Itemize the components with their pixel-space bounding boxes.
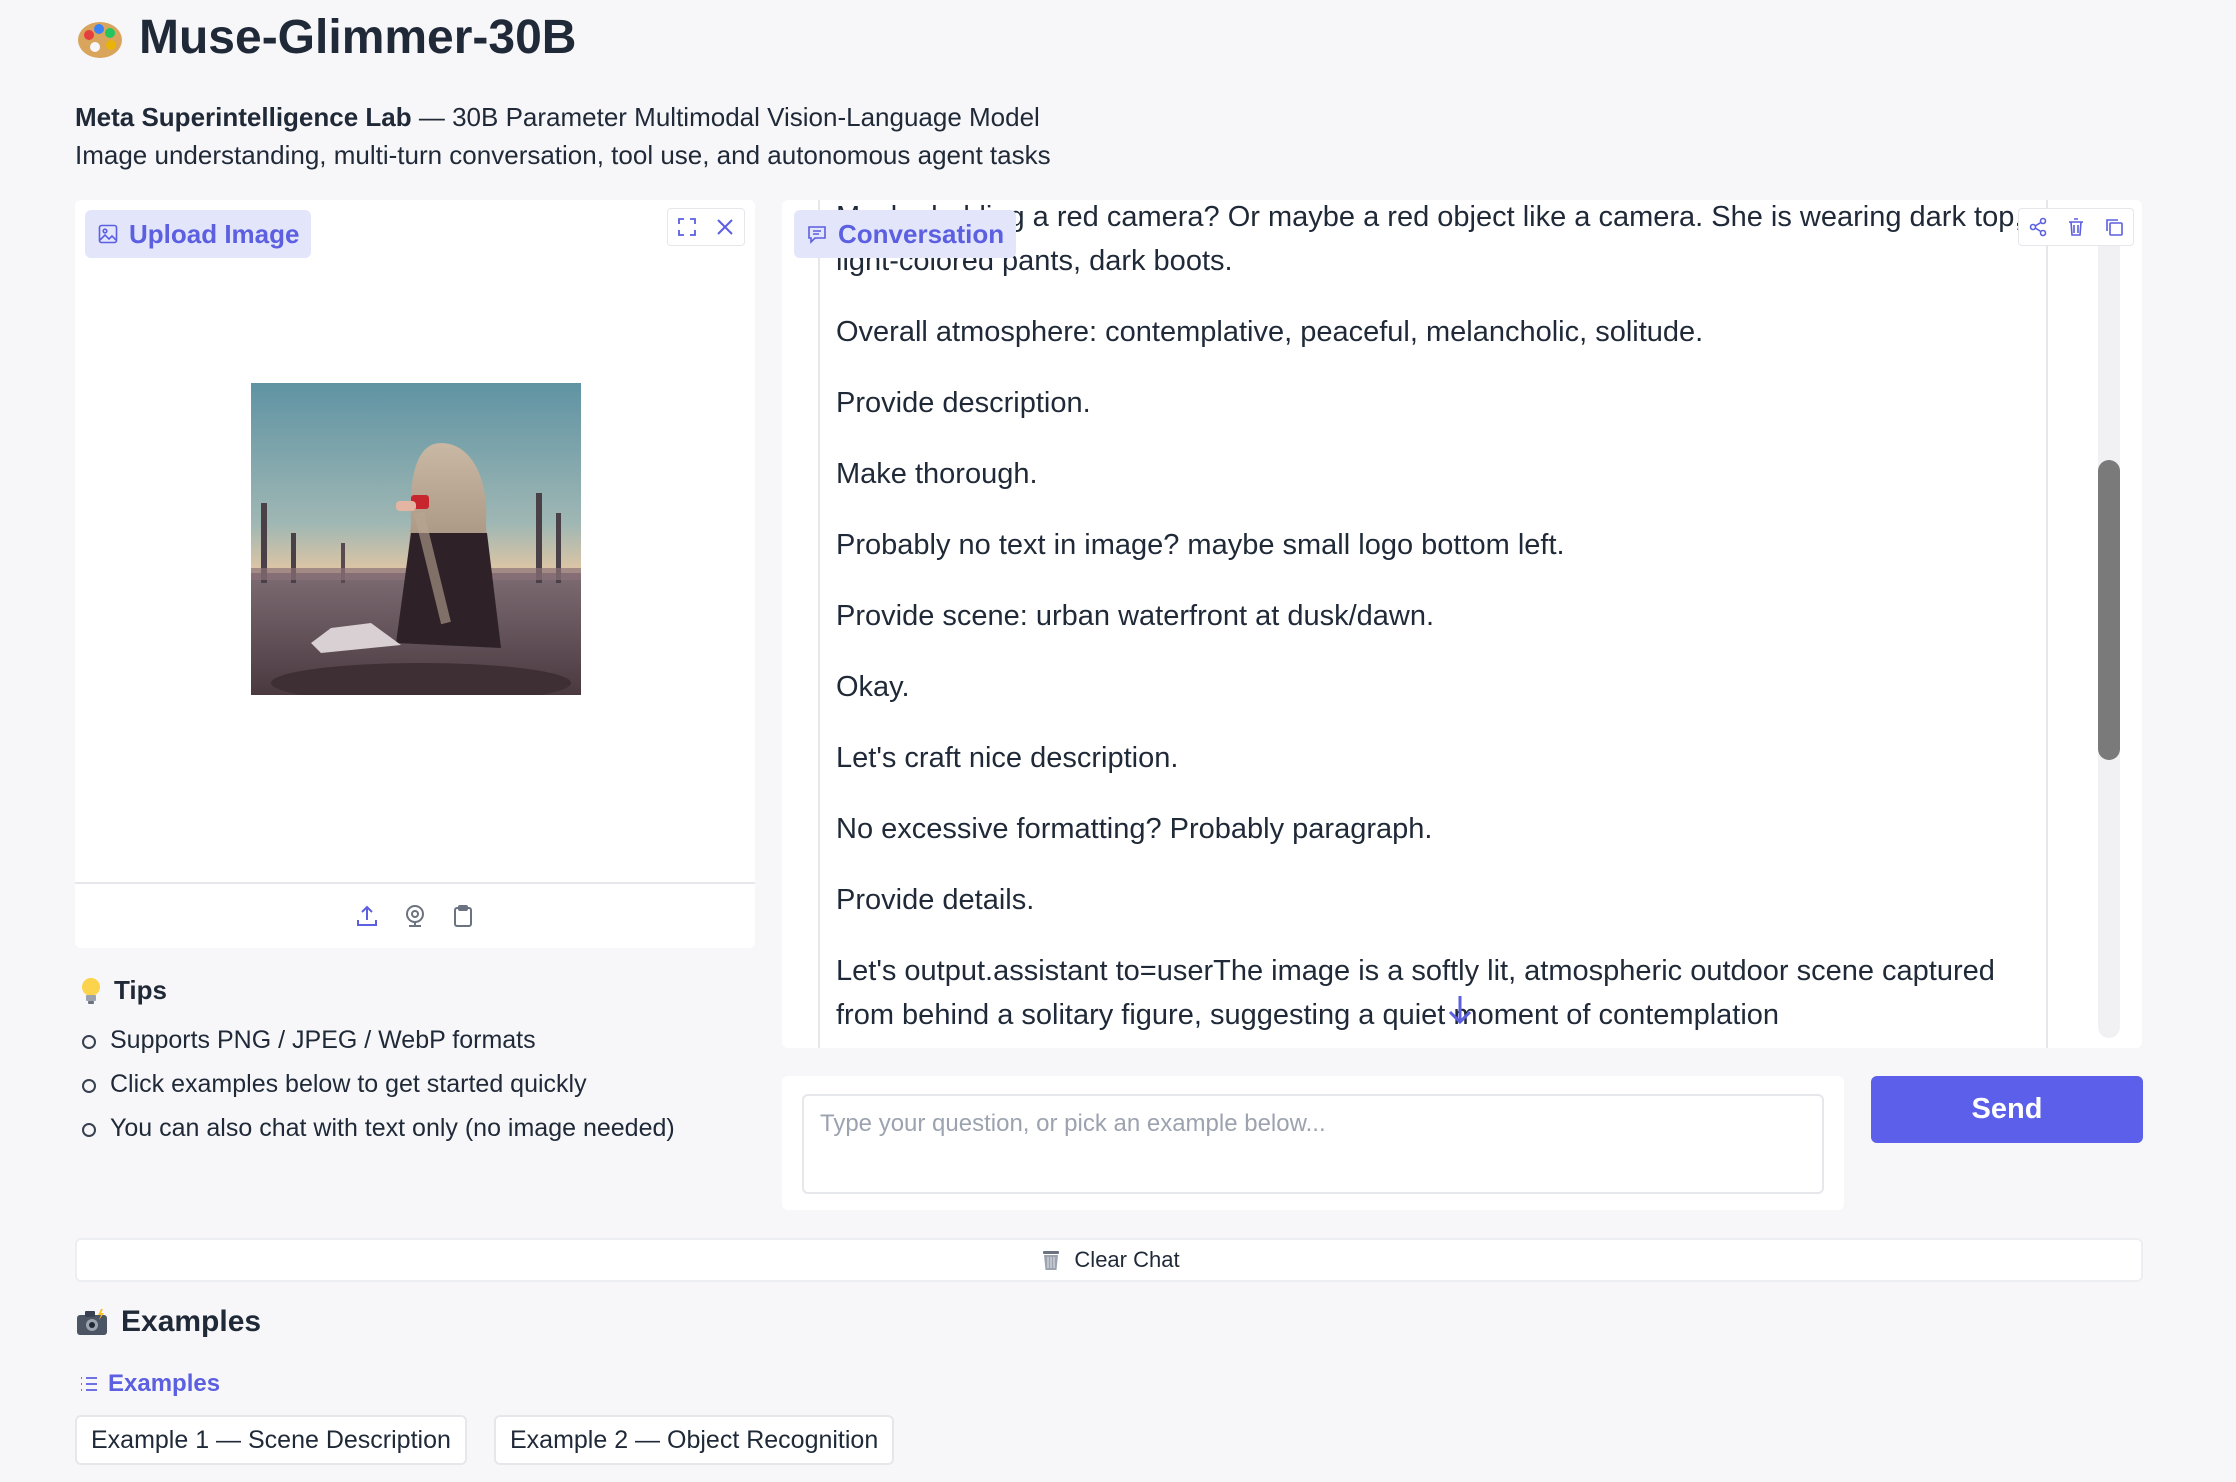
copy-button[interactable] xyxy=(2095,209,2133,245)
message-body: Maybe holding a red camera? Or maybe a r… xyxy=(836,200,2036,1048)
scrollbar-thumb[interactable] xyxy=(2098,460,2120,760)
image-icon xyxy=(98,224,118,244)
tip-item: Supports PNG / JPEG / WebP formats xyxy=(80,1018,675,1062)
app-title: Muse-Glimmer-30B xyxy=(139,11,577,64)
scroll-to-bottom-icon[interactable] xyxy=(1440,990,1480,1030)
org-name: Meta Superintelligence Lab xyxy=(75,102,412,132)
message-paragraph: Provide scene: urban waterfront at dusk/… xyxy=(836,600,1435,632)
conversation-scrollbar[interactable] xyxy=(2098,208,2120,1038)
conversation-panel[interactable]: Conversation Maybe holding a red camera?… xyxy=(782,200,2142,1048)
conversation-toolbar xyxy=(2018,208,2134,246)
chat-input[interactable] xyxy=(802,1094,1824,1194)
webcam-button[interactable] xyxy=(400,901,430,931)
trash-icon xyxy=(2069,218,2083,236)
delete-button[interactable] xyxy=(2057,209,2095,245)
expand-icon xyxy=(678,218,696,236)
fullscreen-button[interactable] xyxy=(668,209,706,245)
message-paragraph: Okay. xyxy=(836,671,910,703)
tip-item: You can also chat with text only (no ima… xyxy=(80,1106,675,1150)
tips-list: Supports PNG / JPEG / WebP formats Click… xyxy=(80,1018,675,1150)
camera-flash-icon xyxy=(77,1309,107,1335)
model-tagline: — 30B Parameter Multimodal Vision-Langua… xyxy=(411,102,1040,132)
app-subtitle: Meta Superintelligence Lab — 30B Paramet… xyxy=(75,98,1051,174)
lightbulb-icon xyxy=(82,977,100,1004)
palette-icon xyxy=(78,21,122,58)
example-scene-description-button[interactable]: Example 1 — Scene Description xyxy=(75,1415,467,1465)
message-paragraph: No excessive formatting? Probably paragr… xyxy=(836,813,1433,845)
upload-image-label: Upload Image xyxy=(85,210,312,258)
model-description: Image understanding, multi-turn conversa… xyxy=(75,140,1051,170)
conversation-label: Conversation xyxy=(794,210,1017,258)
webcam-icon xyxy=(406,905,424,927)
upload-icon xyxy=(357,905,377,926)
share-icon xyxy=(2029,217,2047,237)
message-paragraph: Let's output.assistant to=userThe image … xyxy=(836,955,1995,1031)
wastebasket-icon xyxy=(1043,1251,1060,1270)
upload-toolbar xyxy=(667,208,745,246)
message-paragraph: Probably no text in image? maybe small l… xyxy=(836,529,1565,561)
tips-heading: Tips xyxy=(78,975,167,1006)
clipboard-icon xyxy=(454,905,472,927)
paste-clipboard-button[interactable] xyxy=(448,901,478,931)
upload-file-button[interactable] xyxy=(352,901,382,931)
list-icon xyxy=(81,1377,97,1391)
tip-item: Click examples below to get started quic… xyxy=(80,1062,675,1106)
examples-sublabel: Examples xyxy=(78,1370,220,1398)
message-paragraph: Let's craft nice description. xyxy=(836,742,1179,774)
assistant-message: Maybe holding a red camera? Or maybe a r… xyxy=(818,200,2048,1048)
upload-source-bar xyxy=(75,882,755,948)
chat-bubble-icon xyxy=(808,226,826,244)
remove-image-button[interactable] xyxy=(706,209,744,245)
share-button[interactable] xyxy=(2019,209,2057,245)
chat-input-container xyxy=(782,1076,1844,1210)
uploaded-image-preview xyxy=(251,383,581,695)
example-object-recognition-button[interactable]: Example 2 — Object Recognition xyxy=(494,1415,895,1465)
message-paragraph: Overall atmosphere: contemplative, peace… xyxy=(836,316,1704,348)
message-paragraph: Provide description. xyxy=(836,387,1091,419)
examples-heading: Examples xyxy=(75,1305,261,1339)
send-button[interactable]: Send xyxy=(1871,1076,2143,1143)
clear-chat-button[interactable]: Clear Chat xyxy=(75,1238,2143,1282)
close-icon xyxy=(717,219,733,235)
copy-icon xyxy=(2106,219,2123,236)
image-upload-panel[interactable]: Upload Image xyxy=(75,200,755,948)
page-title: Muse-Glimmer-30B xyxy=(75,10,576,65)
message-paragraph: Make thorough. xyxy=(836,458,1038,490)
message-paragraph: Provide details. xyxy=(836,884,1035,916)
